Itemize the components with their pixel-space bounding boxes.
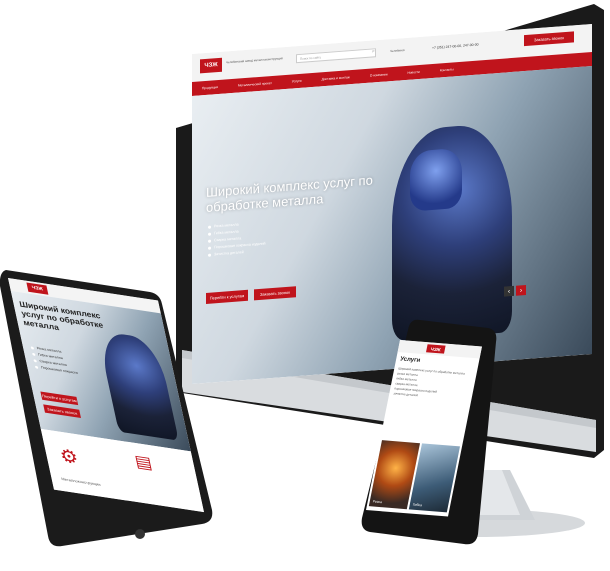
- slider-next-icon[interactable]: ›: [516, 284, 526, 296]
- crane-icon: ⚙: [58, 445, 81, 469]
- tablet-hero-title: Широкий комплекс услуг по обработке мета…: [18, 299, 104, 333]
- nav-item-products[interactable]: Продукция: [202, 85, 218, 90]
- tablet-callback-button[interactable]: Заказать звонок: [43, 404, 81, 418]
- slider-prev-icon[interactable]: ‹: [504, 285, 514, 297]
- phone-device: ЧЗЖ Услуги Широкий комплекс услуг по обр…: [360, 318, 500, 548]
- document-icon: ▤: [132, 451, 154, 473]
- phone-section-title: Услуги: [399, 356, 421, 364]
- location-label[interactable]: Челябинск: [390, 48, 405, 53]
- phone-number[interactable]: +7 (351) 247-00-00, 247-00-00: [432, 43, 478, 50]
- callback-hero-button[interactable]: Заказать звонок: [254, 286, 296, 301]
- nav-item-contacts[interactable]: Контакты: [440, 67, 454, 72]
- nav-item-delivery[interactable]: Доставка и монтаж: [322, 75, 350, 81]
- phone-card-label: Гибка: [412, 502, 423, 508]
- header-tagline: Челябинский завод металлоконструкций: [226, 56, 283, 65]
- tablet-bottom-text: Металлоконструкции: [60, 476, 101, 487]
- nav-item-metal[interactable]: Металлический прокат: [238, 81, 272, 88]
- phone-text: Широкий комплекс услуг по обработке мета…: [393, 366, 473, 402]
- search-icon[interactable]: ⌕: [372, 48, 375, 54]
- phone-card-label: Резка: [372, 499, 383, 505]
- tablet-bullets: Резка металла Гибка металла Сварка метал…: [30, 345, 78, 377]
- welding-helmet: [410, 147, 462, 212]
- phone-logo[interactable]: ЧЗЖ: [426, 344, 446, 354]
- tablet-services-button[interactable]: Перейти к услугам: [40, 391, 79, 406]
- nav-item-about[interactable]: О компании: [370, 72, 388, 77]
- tablet-device: ЧЗЖ Широкий комплекс услуг по обработке …: [0, 270, 215, 550]
- hero-bullets: Резка металла Гибка металла Сварка метал…: [208, 220, 266, 259]
- callback-button[interactable]: Заказать звонок: [524, 31, 574, 47]
- bullet-item: Зачистка деталей: [208, 248, 266, 256]
- search-input[interactable]: Поиск по сайту: [296, 48, 376, 64]
- nav-item-services[interactable]: Услуги: [292, 79, 302, 84]
- welder-image: [96, 330, 179, 441]
- desktop-logo[interactable]: ЧЗЖ: [200, 57, 222, 74]
- nav-item-news[interactable]: Новости: [407, 70, 419, 75]
- hero-title: Широкий комплекс услуг по обработке мета…: [206, 172, 373, 215]
